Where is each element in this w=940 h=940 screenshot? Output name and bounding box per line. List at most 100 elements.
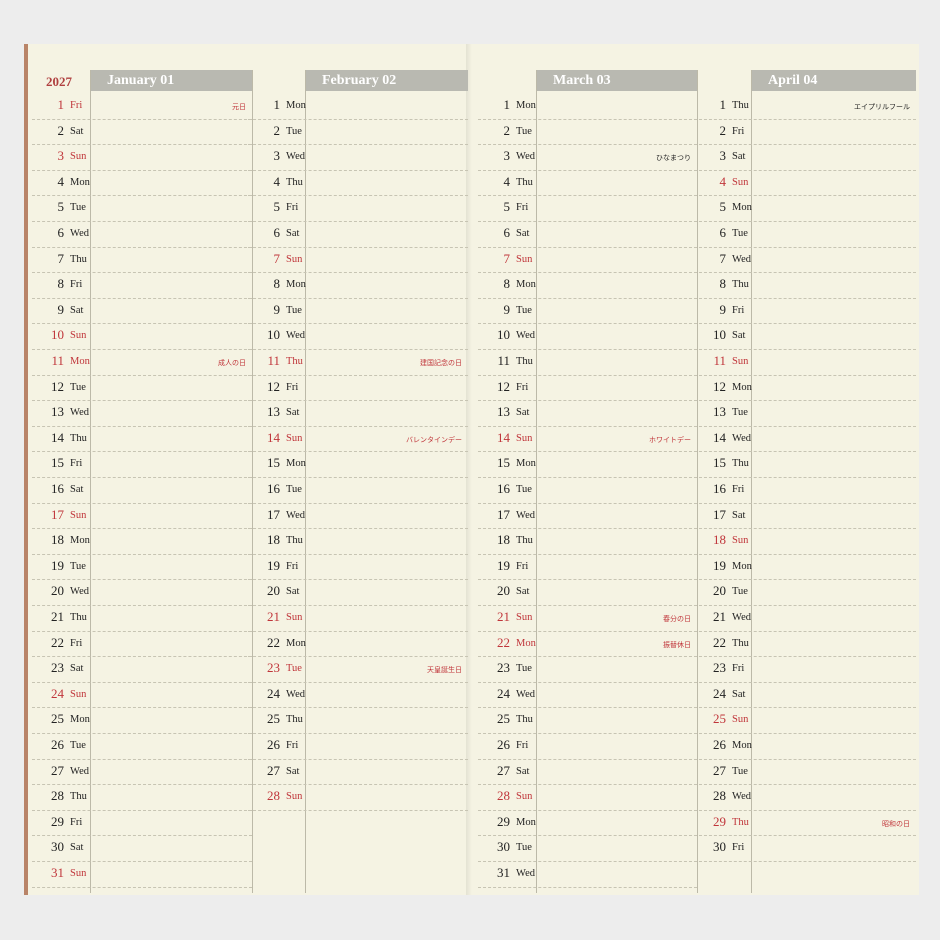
january-day-row[interactable]: 20 Wed [32, 579, 252, 606]
january-day-row[interactable]: 3 Sun [32, 144, 252, 171]
january-day-row[interactable]: 12 Tue [32, 375, 252, 402]
february-day-row[interactable]: 24 Wed [248, 682, 468, 709]
january-day-row[interactable]: 17 Sun [32, 503, 252, 530]
february-day-row[interactable]: 1 Mon [248, 93, 468, 120]
february-day-row[interactable]: 27 Sat [248, 759, 468, 786]
january-day-row[interactable]: 8 Fri [32, 272, 252, 299]
february-day-row[interactable]: 23 Tue 天皇誕生日 [248, 656, 468, 683]
march-day-row[interactable]: 1 Mon [478, 93, 697, 120]
april-day-row[interactable]: 5 Mon [694, 195, 916, 222]
january-day-row[interactable]: 16 Sat [32, 477, 252, 504]
april-day-row[interactable]: 21 Wed [694, 605, 916, 632]
march-day-row[interactable]: 6 Sat [478, 221, 697, 248]
april-day-row[interactable]: 22 Thu [694, 631, 916, 658]
april-day-row[interactable]: 6 Tue [694, 221, 916, 248]
april-day-row[interactable]: 26 Mon [694, 733, 916, 760]
march-day-row[interactable]: 25 Thu [478, 707, 697, 734]
january-day-row[interactable]: 30 Sat [32, 835, 252, 862]
april-day-row[interactable]: 1 Thu エイプリルフール [694, 93, 916, 120]
january-day-row[interactable]: 6 Wed [32, 221, 252, 248]
april-day-row[interactable]: 29 Thu 昭和の日 [694, 810, 916, 837]
april-day-row[interactable]: 7 Wed [694, 247, 916, 274]
march-day-row[interactable]: 7 Sun [478, 247, 697, 274]
january-day-row[interactable]: 15 Fri [32, 451, 252, 478]
february-day-row[interactable]: 15 Mon [248, 451, 468, 478]
february-day-row[interactable]: 18 Thu [248, 528, 468, 555]
april-day-row[interactable]: 15 Thu [694, 451, 916, 478]
january-day-row[interactable]: 1 Fri 元日 [32, 93, 252, 120]
march-day-row[interactable]: 12 Fri [478, 375, 697, 402]
january-day-row[interactable]: 2 Sat [32, 119, 252, 146]
february-day-row[interactable]: 25 Thu [248, 707, 468, 734]
march-day-row[interactable]: 8 Mon [478, 272, 697, 299]
april-day-row[interactable]: 14 Wed [694, 426, 916, 453]
february-day-row[interactable]: 22 Mon [248, 631, 468, 658]
march-day-row[interactable]: 31 Wed [478, 861, 697, 888]
march-day-row[interactable]: 30 Tue [478, 835, 697, 862]
april-day-row[interactable]: 4 Sun [694, 170, 916, 197]
april-day-row[interactable]: 17 Sat [694, 503, 916, 530]
january-day-row[interactable]: 25 Mon [32, 707, 252, 734]
april-day-row[interactable]: 18 Sun [694, 528, 916, 555]
april-day-row[interactable]: 9 Fri [694, 298, 916, 325]
january-day-row[interactable]: 13 Wed [32, 400, 252, 427]
february-day-row[interactable]: 5 Fri [248, 195, 468, 222]
march-day-row[interactable]: 3 Wed ひなまつり [478, 144, 697, 171]
january-day-row[interactable]: 10 Sun [32, 323, 252, 350]
april-day-row[interactable]: 24 Sat [694, 682, 916, 709]
march-day-row[interactable]: 14 Sun ホワイトデー [478, 426, 697, 453]
april-day-row[interactable]: 19 Mon [694, 554, 916, 581]
march-day-row[interactable]: 21 Sun 春分の日 [478, 605, 697, 632]
february-day-row[interactable]: 12 Fri [248, 375, 468, 402]
april-day-row[interactable]: 3 Sat [694, 144, 916, 171]
february-day-row[interactable]: 8 Mon [248, 272, 468, 299]
march-day-row[interactable]: 5 Fri [478, 195, 697, 222]
march-day-row[interactable]: 9 Tue [478, 298, 697, 325]
february-day-row[interactable]: 21 Sun [248, 605, 468, 632]
april-day-row[interactable]: 16 Fri [694, 477, 916, 504]
january-day-row[interactable]: 14 Thu [32, 426, 252, 453]
january-day-row[interactable]: 31 Sun [32, 861, 252, 888]
april-day-row[interactable]: 20 Tue [694, 579, 916, 606]
april-day-row[interactable]: 13 Tue [694, 400, 916, 427]
january-day-row[interactable]: 26 Tue [32, 733, 252, 760]
april-day-row[interactable]: 11 Sun [694, 349, 916, 376]
march-day-row[interactable]: 22 Mon 振替休日 [478, 631, 697, 658]
february-day-row[interactable]: 4 Thu [248, 170, 468, 197]
march-day-row[interactable]: 26 Fri [478, 733, 697, 760]
april-day-row[interactable]: 28 Wed [694, 784, 916, 811]
march-day-row[interactable]: 24 Wed [478, 682, 697, 709]
april-day-row[interactable]: 12 Mon [694, 375, 916, 402]
january-day-row[interactable]: 21 Thu [32, 605, 252, 632]
march-day-row[interactable]: 17 Wed [478, 503, 697, 530]
march-day-row[interactable]: 18 Thu [478, 528, 697, 555]
february-day-row[interactable]: 14 Sun バレンタインデー [248, 426, 468, 453]
april-day-row[interactable]: 8 Thu [694, 272, 916, 299]
january-day-row[interactable]: 29 Fri [32, 810, 252, 837]
january-day-row[interactable]: 24 Sun [32, 682, 252, 709]
march-day-row[interactable]: 16 Tue [478, 477, 697, 504]
march-day-row[interactable]: 11 Thu [478, 349, 697, 376]
april-day-row[interactable]: 30 Fri [694, 835, 916, 862]
april-day-row[interactable]: 2 Fri [694, 119, 916, 146]
february-day-row[interactable]: 2 Tue [248, 119, 468, 146]
march-day-row[interactable]: 19 Fri [478, 554, 697, 581]
february-day-row[interactable]: 16 Tue [248, 477, 468, 504]
january-day-row[interactable]: 18 Mon [32, 528, 252, 555]
february-day-row[interactable]: 9 Tue [248, 298, 468, 325]
march-day-row[interactable]: 10 Wed [478, 323, 697, 350]
january-day-row[interactable]: 9 Sat [32, 298, 252, 325]
march-day-row[interactable]: 28 Sun [478, 784, 697, 811]
february-day-row[interactable]: 3 Wed [248, 144, 468, 171]
february-day-row[interactable]: 6 Sat [248, 221, 468, 248]
february-day-row[interactable]: 26 Fri [248, 733, 468, 760]
april-day-row[interactable]: 10 Sat [694, 323, 916, 350]
february-day-row[interactable]: 19 Fri [248, 554, 468, 581]
january-day-row[interactable]: 28 Thu [32, 784, 252, 811]
january-day-row[interactable]: 23 Sat [32, 656, 252, 683]
january-day-row[interactable]: 11 Mon 成人の日 [32, 349, 252, 376]
march-day-row[interactable]: 23 Tue [478, 656, 697, 683]
february-day-row[interactable]: 28 Sun [248, 784, 468, 811]
january-day-row[interactable]: 7 Thu [32, 247, 252, 274]
february-day-row[interactable]: 10 Wed [248, 323, 468, 350]
